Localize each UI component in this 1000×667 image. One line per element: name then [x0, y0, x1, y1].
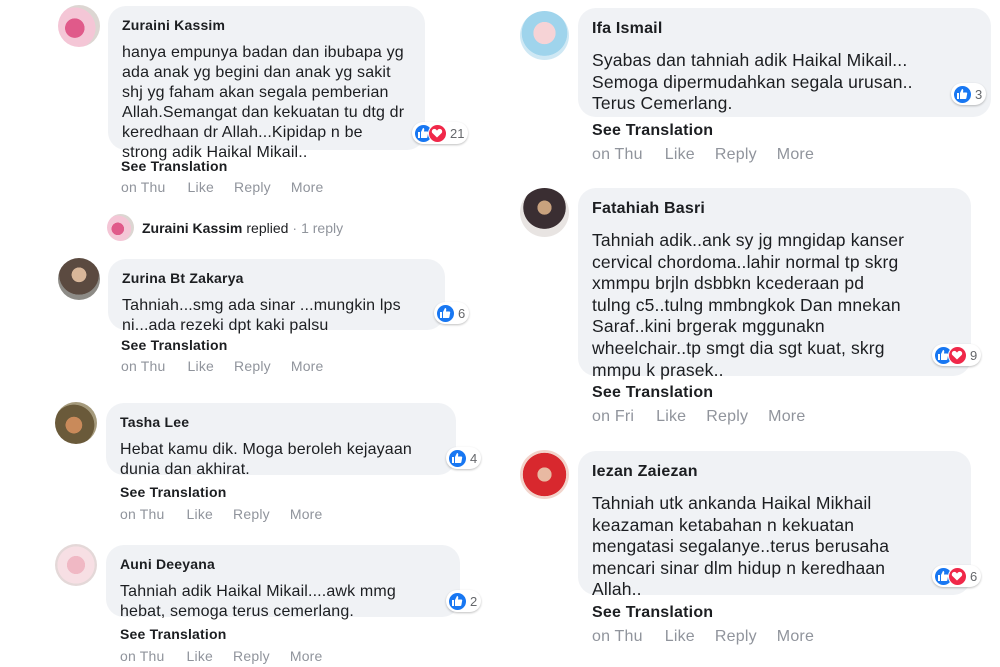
like-icon — [448, 448, 467, 468]
reply-button[interactable]: Reply — [233, 648, 270, 664]
love-icon — [948, 345, 967, 365]
love-icon — [948, 566, 967, 586]
reaction-summary[interactable]: 2 — [446, 590, 482, 612]
comment-actions: on Thu Like Reply More — [121, 179, 344, 195]
timestamp[interactable]: on Fri — [592, 408, 634, 426]
comment-actions: on Thu Like Reply More — [592, 628, 834, 646]
more-button[interactable]: More — [290, 506, 323, 522]
more-button[interactable]: More — [290, 648, 323, 664]
avatar[interactable] — [55, 544, 97, 586]
see-translation-link[interactable]: See Translation — [121, 158, 227, 174]
reply-button[interactable]: Reply — [715, 146, 757, 164]
comment-text: Tahniah adik..ank sy jg mngidap kanser c… — [592, 230, 905, 380]
reply-button[interactable]: Reply — [706, 408, 748, 426]
reaction-count: 2 — [470, 593, 478, 609]
more-button[interactable]: More — [291, 358, 324, 374]
like-icon — [953, 84, 972, 104]
comment-author[interactable]: Tasha Lee — [120, 413, 442, 431]
reply-verb: replied — [246, 219, 289, 236]
avatar — [107, 214, 134, 241]
reaction-summary[interactable]: 6 — [434, 302, 470, 324]
comment-author[interactable]: Zuraini Kassim — [122, 16, 411, 34]
comment-author[interactable]: Auni Deeyana — [120, 555, 446, 573]
comment-text: Hebat kamu dik. Moga beroleh kejayaan du… — [120, 441, 412, 478]
reaction-count: 21 — [450, 125, 465, 141]
reply-button[interactable]: Reply — [715, 628, 757, 646]
reaction-summary[interactable]: 3 — [951, 83, 987, 105]
love-icon — [428, 123, 447, 143]
comment-text: Tahniah utk ankanda Haikal Mikhail keaza… — [592, 493, 890, 600]
avatar[interactable] — [520, 11, 569, 60]
like-button[interactable]: Like — [665, 146, 695, 164]
comment-bubble: Ifa Ismail Syabas dan tahniah adik Haika… — [578, 8, 991, 117]
reaction-count: 6 — [458, 305, 466, 321]
avatar[interactable] — [58, 258, 100, 300]
like-icon — [448, 591, 467, 611]
comment-author[interactable]: Fatahiah Basri — [592, 200, 957, 218]
like-button[interactable]: Like — [187, 506, 213, 522]
see-translation-link[interactable]: See Translation — [592, 122, 713, 140]
separator-dot: · — [292, 219, 298, 236]
more-button[interactable]: More — [777, 628, 814, 646]
reaction-summary[interactable]: 4 — [446, 447, 482, 469]
reply-button[interactable]: Reply — [233, 506, 270, 522]
reaction-count: 9 — [970, 347, 978, 363]
reaction-count: 6 — [970, 568, 978, 584]
reaction-count: 3 — [975, 86, 983, 102]
more-button[interactable]: More — [768, 408, 805, 426]
see-translation-link[interactable]: See Translation — [592, 384, 713, 402]
reaction-summary[interactable]: 21 — [412, 122, 469, 144]
timestamp[interactable]: on Thu — [592, 628, 643, 646]
see-translation-link[interactable]: See Translation — [120, 626, 226, 642]
comment-actions: on Fri Like Reply More — [592, 408, 825, 426]
timestamp[interactable]: on Thu — [121, 179, 166, 195]
reply-button[interactable]: Reply — [234, 358, 271, 374]
comment-text: Tahniah...smg ada sinar ...mungkin lps n… — [122, 297, 401, 334]
reaction-summary[interactable]: 6 — [932, 565, 982, 587]
avatar[interactable] — [58, 5, 100, 47]
like-button[interactable]: Like — [656, 408, 686, 426]
reaction-summary[interactable]: 9 — [932, 344, 982, 366]
comment-bubble: Zuraini Kassim hanya empunya badan dan i… — [108, 6, 425, 161]
comment-actions: on Thu Like Reply More — [592, 146, 834, 164]
reaction-count: 4 — [470, 450, 478, 466]
see-translation-link[interactable]: See Translation — [121, 337, 227, 353]
avatar[interactable] — [520, 450, 569, 499]
comment-actions: on Thu Like Reply More — [120, 506, 343, 522]
like-button[interactable]: Like — [187, 648, 213, 664]
like-button[interactable]: Like — [188, 358, 214, 374]
comment-author[interactable]: Iezan Zaiezan — [592, 463, 957, 481]
comment-bubble: Iezan Zaiezan Tahniah utk ankanda Haikal… — [578, 451, 971, 599]
like-icon — [436, 303, 455, 323]
comment-text: Syabas dan tahniah adik Haikal Mikail...… — [592, 50, 913, 114]
timestamp[interactable]: on Thu — [120, 648, 165, 664]
timestamp[interactable]: on Thu — [592, 146, 643, 164]
comment-bubble: Tasha Lee Hebat kamu dik. Moga beroleh k… — [106, 403, 456, 478]
comment-bubble: Fatahiah Basri Tahniah adik..ank sy jg m… — [578, 188, 971, 380]
comment-actions: on Thu Like Reply More — [121, 358, 344, 374]
reply-author[interactable]: Zuraini Kassim — [142, 220, 242, 236]
like-button[interactable]: Like — [665, 628, 695, 646]
reply-button[interactable]: Reply — [234, 179, 271, 195]
comment-bubble: Zurina Bt Zakarya Tahniah...smg ada sina… — [108, 259, 445, 334]
avatar[interactable] — [520, 188, 569, 237]
more-button[interactable]: More — [291, 179, 324, 195]
timestamp[interactable]: on Thu — [121, 358, 166, 374]
comment-text: Tahniah adik Haikal Mikail....awk mmg he… — [120, 583, 396, 620]
see-translation-link[interactable]: See Translation — [120, 484, 226, 500]
comment-actions: on Thu Like Reply More — [120, 648, 343, 664]
avatar[interactable] — [55, 402, 97, 444]
comment-text: hanya empunya badan dan ibubapa yg ada a… — [122, 44, 405, 161]
comment-author[interactable]: Ifa Ismail — [592, 20, 977, 38]
comment-author[interactable]: Zurina Bt Zakarya — [122, 269, 431, 287]
see-translation-link[interactable]: See Translation — [592, 604, 713, 622]
comment-bubble: Auni Deeyana Tahniah adik Haikal Mikail.… — [106, 545, 460, 620]
like-button[interactable]: Like — [188, 179, 214, 195]
reply-summary[interactable]: Zuraini Kassim replied · 1 reply — [107, 214, 343, 241]
more-button[interactable]: More — [777, 146, 814, 164]
timestamp[interactable]: on Thu — [120, 506, 165, 522]
reply-count[interactable]: 1 reply — [301, 220, 343, 236]
